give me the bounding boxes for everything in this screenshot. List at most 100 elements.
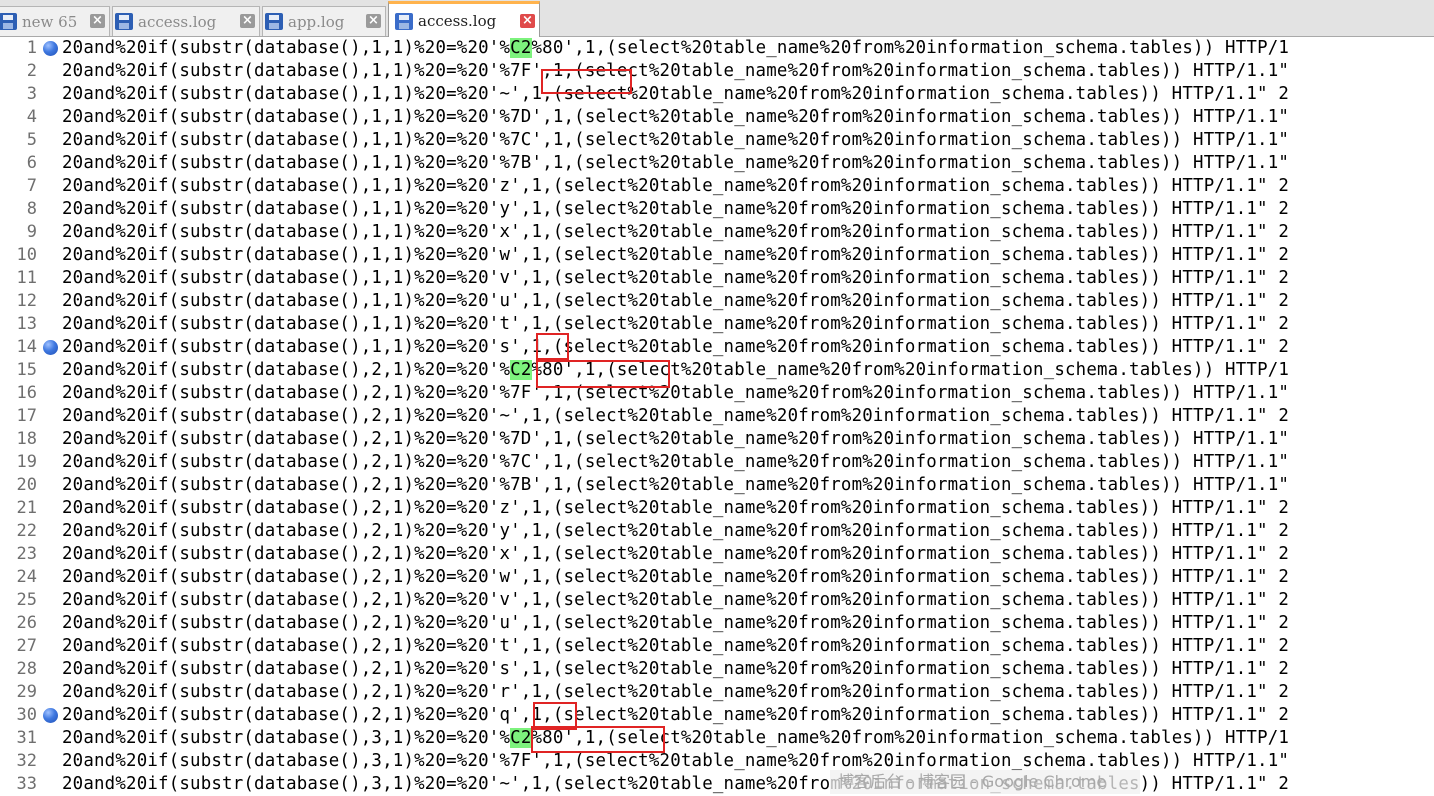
editor-line[interactable]: 18 20and%20if(substr(database(),2,1)%20=%… (0, 428, 1434, 451)
editor-line[interactable]: 8 20and%20if(substr(database(),1,1)%20=%2… (0, 198, 1434, 221)
editor-line[interactable]: 28 20and%20if(substr(database(),2,1)%20=%… (0, 658, 1434, 681)
line-text: 20and%20if(substr(database(),1,1)%20=%20… (62, 244, 1289, 267)
editor-line[interactable]: 32 20and%20if(substr(database(),3,1)%20=%… (0, 750, 1434, 773)
line-text: 20and%20if(substr(database(),1,1)%20=%20… (62, 290, 1289, 313)
editor-line[interactable]: 30 20and%20if(substr(database(),2,1)%20=%… (0, 704, 1434, 727)
line-number: 13 (16, 314, 37, 334)
line-number: 20 (16, 475, 37, 495)
line-text: 20and%20if(substr(database(),1,1)%20=%20… (62, 198, 1289, 221)
close-icon[interactable]: × (90, 14, 105, 28)
line-number: 29 (16, 682, 37, 702)
editor-line[interactable]: 23 20and%20if(substr(database(),2,1)%20=%… (0, 543, 1434, 566)
line-number: 7 (26, 176, 37, 196)
editor-line[interactable]: 14 20and%20if(substr(database(),1,1)%20=%… (0, 336, 1434, 359)
line-text: 20and%20if(substr(database(),3,1)%20=%20… (62, 727, 1289, 750)
editor-line[interactable]: 15 20and%20if(substr(database(),2,1)%20=%… (0, 359, 1434, 382)
editor-line[interactable]: 11 20and%20if(substr(database(),1,1)%20=%… (0, 267, 1434, 290)
close-icon[interactable]: × (366, 14, 381, 28)
editor-line[interactable]: 2 20and%20if(substr(database(),1,1)%20=%2… (0, 60, 1434, 83)
editor-line[interactable]: 16 20and%20if(substr(database(),2,1)%20=%… (0, 382, 1434, 405)
text-segment: 20and%20if(substr(database(),2,1)%20=%20… (62, 613, 1290, 633)
line-number: 14 (16, 337, 37, 357)
editor-line[interactable]: 1 20and%20if(substr(database(),1,1)%20=%2… (0, 37, 1434, 60)
line-text: 20and%20if(substr(database(),2,1)%20=%20… (62, 635, 1289, 658)
text-segment: 20and%20if(substr(database(),2,1)%20=%20… (62, 406, 1290, 426)
tab-new-65[interactable]: new 65 × (0, 6, 110, 36)
editor-line[interactable]: 29 20and%20if(substr(database(),2,1)%20=%… (0, 681, 1434, 704)
tab-access-log-active[interactable]: access.log × (388, 1, 540, 37)
line-number: 4 (26, 107, 37, 127)
bookmark-icon[interactable] (43, 340, 58, 355)
line-number: 33 (16, 774, 37, 794)
close-icon[interactable]: × (240, 14, 255, 28)
line-text: 20and%20if(substr(database(),1,1)%20=%20… (62, 221, 1289, 244)
editor-line[interactable]: 21 20and%20if(substr(database(),2,1)%20=%… (0, 497, 1434, 520)
editor-line[interactable]: 25 20and%20if(substr(database(),2,1)%20=%… (0, 589, 1434, 612)
tab-label: access.log (418, 12, 497, 30)
tab-access-log[interactable]: access.log × (112, 6, 260, 36)
editor-line[interactable]: 13 20and%20if(substr(database(),1,1)%20=%… (0, 313, 1434, 336)
text-segment: 20and%20if(substr(database(),2,1)%20=%20… (62, 521, 1290, 541)
editor-line[interactable]: 26 20and%20if(substr(database(),2,1)%20=%… (0, 612, 1434, 635)
editor-line[interactable]: 10 20and%20if(substr(database(),1,1)%20=%… (0, 244, 1434, 267)
line-number: 11 (16, 268, 37, 288)
editor-line[interactable]: 12 20and%20if(substr(database(),1,1)%20=%… (0, 290, 1434, 313)
text-segment: 20and%20if(substr(database(),2,1)%20=%20… (62, 544, 1290, 564)
editor-line[interactable]: 4 20and%20if(substr(database(),1,1)%20=%2… (0, 106, 1434, 129)
text-segment: %80',1,(select%20table_name%20from%20inf… (531, 38, 1290, 58)
text-segment: 20and%20if(substr(database(),1,1)%20=%20… (62, 84, 1290, 104)
line-text: 20and%20if(substr(database(),1,1)%20=%20… (62, 313, 1289, 336)
editor-line[interactable]: 31 20and%20if(substr(database(),3,1)%20=%… (0, 727, 1434, 750)
editor-line[interactable]: 20 20and%20if(substr(database(),2,1)%20=%… (0, 474, 1434, 497)
text-segment: 20and%20if(substr(database(),2,1)%20=%20… (62, 682, 1290, 702)
editor-line[interactable]: 33 20and%20if(substr(database(),3,1)%20=%… (0, 773, 1434, 796)
editor-line[interactable]: 17 20and%20if(substr(database(),2,1)%20=%… (0, 405, 1434, 428)
line-number: 32 (16, 751, 37, 771)
text-segment: 20and%20if(substr(database(),3,1)%20=%20… (62, 728, 511, 748)
text-segment: 20and%20if(substr(database(),1,1)%20=%20… (62, 245, 1290, 265)
editor-line[interactable]: 9 20and%20if(substr(database(),1,1)%20=%2… (0, 221, 1434, 244)
line-text: 20and%20if(substr(database(),2,1)%20=%20… (62, 520, 1289, 543)
editor-line[interactable]: 19 20and%20if(substr(database(),2,1)%20=%… (0, 451, 1434, 474)
bookmark-icon[interactable] (43, 41, 58, 56)
editor-line[interactable]: 7 20and%20if(substr(database(),1,1)%20=%2… (0, 175, 1434, 198)
text-segment: 20and%20if(substr(database(),1,1)%20=%20… (62, 130, 1290, 150)
text-segment: 20and%20if(substr(database(),2,1)%20=%20… (62, 475, 1290, 495)
editor-line[interactable]: 5 20and%20if(substr(database(),1,1)%20=%2… (0, 129, 1434, 152)
text-segment: %80',1,(select%20table_name%20from%20inf… (531, 360, 1290, 380)
line-number: 31 (16, 728, 37, 748)
close-icon[interactable]: × (520, 14, 535, 28)
editor-area[interactable]: 1 20and%20if(substr(database(),1,1)%20=%2… (0, 37, 1434, 796)
text-segment: 20and%20if(substr(database(),1,1)%20=%20… (62, 222, 1290, 242)
line-text: 20and%20if(substr(database(),1,1)%20=%20… (62, 37, 1289, 60)
text-segment: 20and%20if(substr(database(),1,1)%20=%20… (62, 337, 1290, 357)
line-number: 28 (16, 659, 37, 679)
tab-label: new 65 (22, 12, 78, 31)
text-segment: 20and%20if(substr(database(),3,1)%20=%20… (62, 751, 1290, 771)
line-text: 20and%20if(substr(database(),1,1)%20=%20… (62, 336, 1289, 359)
text-segment: 20and%20if(substr(database(),2,1)%20=%20… (62, 498, 1290, 518)
line-text: 20and%20if(substr(database(),1,1)%20=%20… (62, 83, 1289, 106)
bookmark-icon[interactable] (43, 708, 58, 723)
text-segment: 20and%20if(substr(database(),1,1)%20=%20… (62, 314, 1290, 334)
tab-app-log[interactable]: app.log × (262, 6, 386, 36)
editor-line[interactable]: 24 20and%20if(substr(database(),2,1)%20=%… (0, 566, 1434, 589)
editor-line[interactable]: 3 20and%20if(substr(database(),1,1)%20=%2… (0, 83, 1434, 106)
line-text: 20and%20if(substr(database(),2,1)%20=%20… (62, 658, 1289, 681)
line-number: 15 (16, 360, 37, 380)
line-text: 20and%20if(substr(database(),2,1)%20=%20… (62, 474, 1289, 497)
line-number: 27 (16, 636, 37, 656)
text-segment: 20and%20if(substr(database(),2,1)%20=%20… (62, 567, 1290, 587)
text-segment: 20and%20if(substr(database(),1,1)%20=%20… (62, 268, 1290, 288)
editor-line[interactable]: 6 20and%20if(substr(database(),1,1)%20=%2… (0, 152, 1434, 175)
line-text: 20and%20if(substr(database(),2,1)%20=%20… (62, 451, 1289, 474)
tab-label: access.log (138, 12, 217, 31)
line-number: 24 (16, 567, 37, 587)
line-text: 20and%20if(substr(database(),2,1)%20=%20… (62, 681, 1289, 704)
text-segment: 20and%20if(substr(database(),2,1)%20=%20… (62, 590, 1290, 610)
line-number: 25 (16, 590, 37, 610)
line-number: 8 (26, 199, 37, 219)
text-segment: 20and%20if(substr(database(),2,1)%20=%20… (62, 360, 511, 380)
editor-line[interactable]: 27 20and%20if(substr(database(),2,1)%20=%… (0, 635, 1434, 658)
editor-line[interactable]: 22 20and%20if(substr(database(),2,1)%20=%… (0, 520, 1434, 543)
